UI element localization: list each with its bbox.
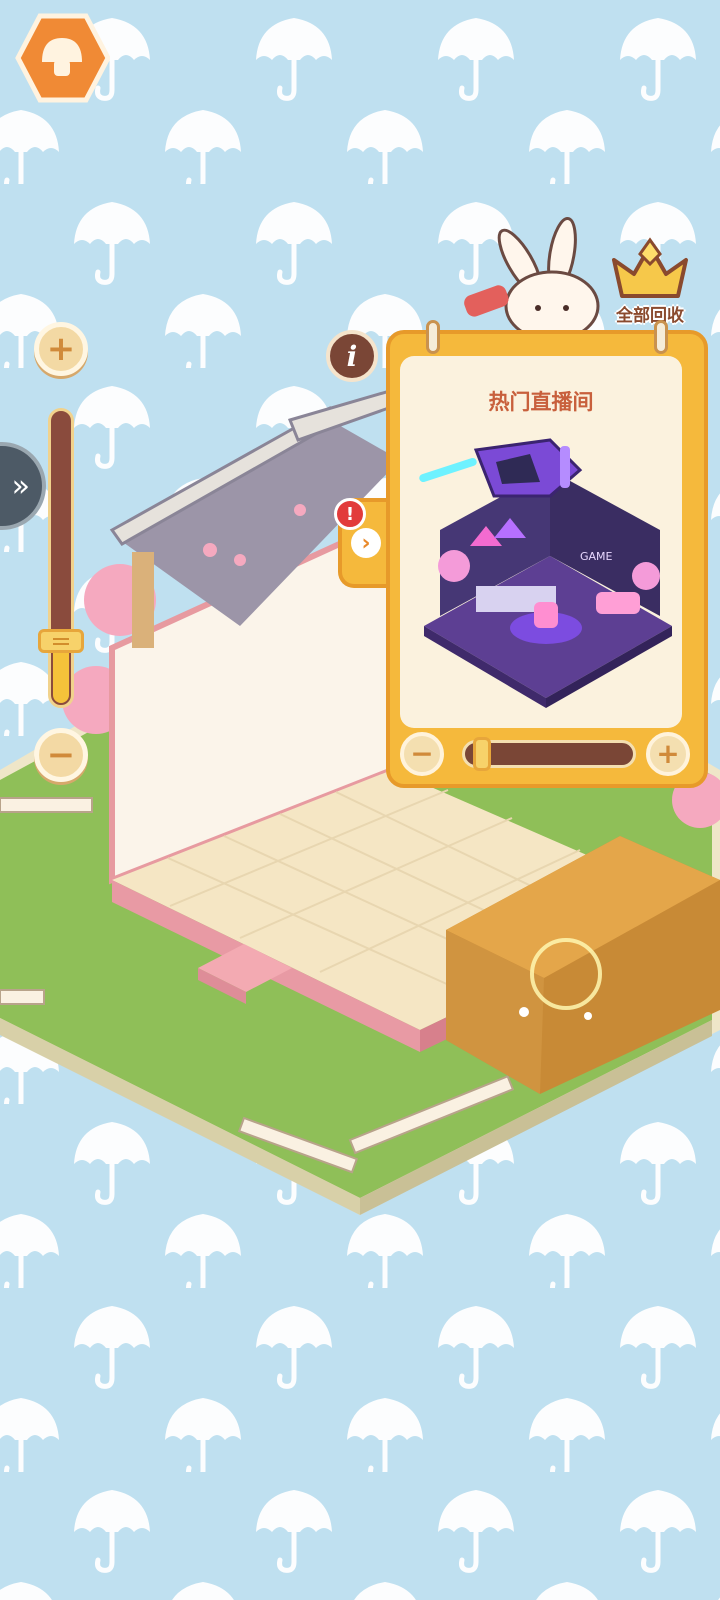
minus-icon: −	[410, 737, 434, 770]
recycle-all-label: 全部回收	[616, 306, 684, 326]
crown-basket-icon	[612, 237, 688, 298]
card-hanger-ring-left	[426, 320, 440, 354]
zoom-in-button[interactable]: +	[34, 322, 88, 376]
home-button[interactable]	[14, 12, 110, 104]
alert-badge: !	[334, 498, 366, 530]
info-icon: i	[346, 339, 358, 373]
plus-icon: +	[46, 329, 76, 369]
size-slider[interactable]	[462, 737, 636, 771]
recycle-all-button[interactable]: 全部回收	[600, 234, 700, 326]
card-hanger-ring-right	[654, 320, 668, 354]
card-panel: 热门直播间 GAME	[400, 356, 682, 728]
room-card-title: 热门直播间	[488, 390, 594, 414]
room-card[interactable]: 热门直播间 GAME	[386, 320, 708, 788]
size-decrease-button[interactable]: −	[400, 732, 444, 776]
zoom-slider-handle[interactable]	[38, 629, 84, 653]
minus-icon: −	[46, 735, 76, 775]
plus-icon: +	[656, 737, 680, 770]
chevron-right-icon: ›	[351, 528, 381, 558]
zoom-slider[interactable]	[48, 408, 74, 708]
svg-text:GAME: GAME	[580, 550, 613, 563]
zoom-out-button[interactable]: −	[34, 728, 88, 782]
size-increase-button[interactable]: +	[646, 732, 690, 776]
double-chevron-right-icon: »	[11, 468, 30, 504]
room-preview-image: GAME	[419, 438, 672, 708]
mushroom-home-icon	[15, 13, 110, 103]
size-slider-handle[interactable]	[473, 737, 491, 771]
info-button[interactable]: i	[326, 330, 378, 382]
